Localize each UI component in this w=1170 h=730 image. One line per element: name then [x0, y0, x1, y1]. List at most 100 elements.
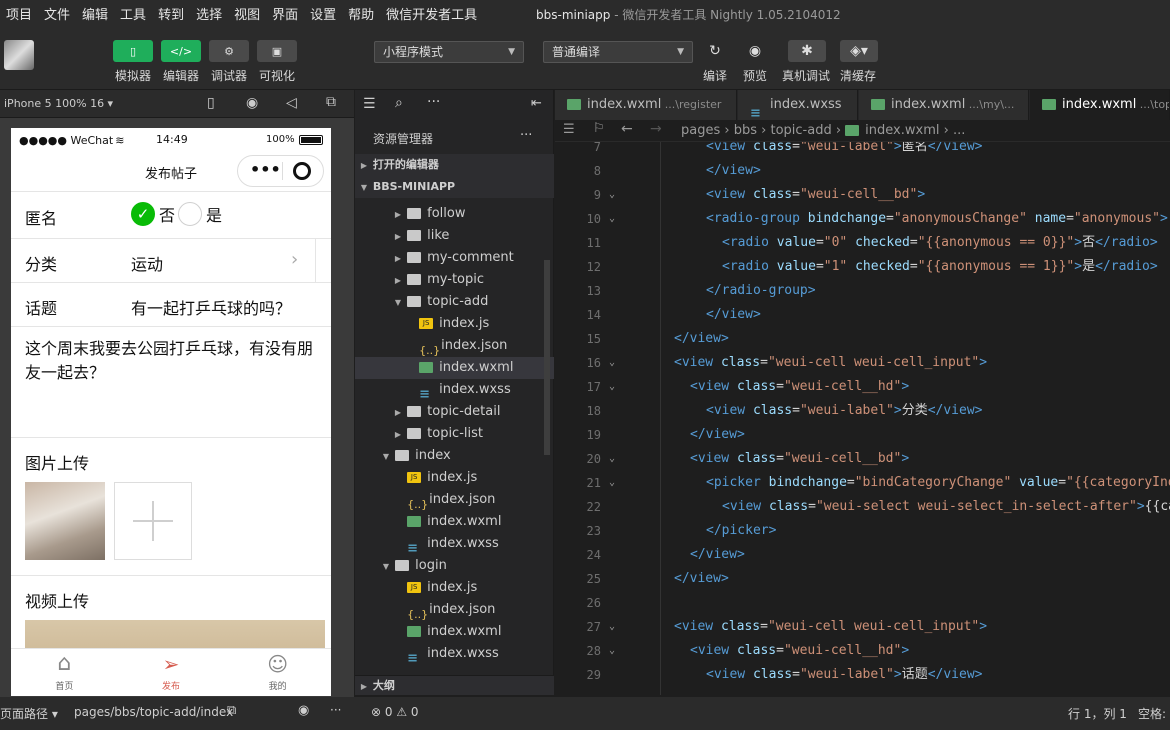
tree-file[interactable]: {..}index.json [355, 489, 554, 511]
category-picker[interactable]: 运动 [131, 251, 163, 275]
avatar[interactable] [4, 40, 34, 70]
menu-item[interactable]: 设置 [304, 4, 342, 23]
tree-folder[interactable]: ▶ follow [355, 203, 554, 225]
compile-select[interactable]: 普通编译 ▼ [543, 41, 693, 63]
content-textarea[interactable]: 这个周末我要去公园打乒乓球，有没有朋友一起去？ [25, 337, 320, 385]
explorer-more-button[interactable]: ··· [520, 128, 532, 143]
tree-file[interactable]: {..}index.json [355, 335, 554, 357]
open-editors-section[interactable]: ▶ 打开的编辑器 [355, 154, 554, 176]
tree-file[interactable]: index.wxml [355, 357, 554, 379]
uploaded-image-thumbnail[interactable] [25, 482, 105, 560]
page-path-label[interactable]: 页面路径 ▾ [0, 705, 58, 722]
bookmark-icon[interactable]: ⚐ [593, 121, 605, 136]
tree-file[interactable]: ≡ index.wxss [355, 533, 554, 556]
preview-button[interactable]: ◉ [742, 40, 768, 62]
phone-icon[interactable]: ▯ [207, 95, 215, 111]
editor-tab[interactable]: index.wxml ...\register [555, 90, 737, 120]
editor-tab[interactable]: ≡ index.wxss [738, 90, 858, 120]
tree-file[interactable]: JS index.js [355, 577, 554, 599]
editor-toggle-button[interactable]: </> [161, 40, 201, 62]
fold-chevron-icon[interactable]: ⌄ [609, 375, 615, 399]
cursor-position[interactable]: 行 1，列 1 [1068, 705, 1127, 722]
radio-no[interactable]: ✓ 否 [131, 202, 175, 226]
breadcrumb-item[interactable]: pages [681, 123, 720, 138]
tree-folder[interactable]: ▼ login [355, 555, 554, 577]
tree-file[interactable]: {..}index.json [355, 599, 554, 621]
problems-indicator[interactable]: ⊗ 0 ⚠ 0 [371, 705, 419, 719]
menu-item[interactable]: 编辑 [76, 4, 114, 23]
menu-item[interactable]: 文件 [38, 4, 76, 23]
explorer-scrollbar[interactable] [544, 260, 550, 455]
tree-file[interactable]: index.wxml [355, 621, 554, 643]
forward-arrow-icon[interactable]: → [650, 121, 662, 137]
breadcrumb-item[interactable]: index.wxml [865, 123, 939, 138]
menu-item[interactable]: 工具 [114, 4, 152, 23]
list-icon[interactable]: ☰ [363, 96, 376, 112]
fold-chevron-icon[interactable]: ⌄ [609, 351, 615, 375]
tree-file[interactable]: ≡ index.wxss [355, 379, 554, 402]
tree-folder[interactable]: ▼ topic-add [355, 291, 554, 313]
outline-section[interactable]: ▶ 大纲 [355, 675, 554, 695]
split-view-icon[interactable]: ⇤ [531, 96, 542, 111]
tree-file[interactable]: JS index.js [355, 467, 554, 489]
tab-mine[interactable]: ☺ 我的 [224, 649, 331, 696]
fold-chevron-icon[interactable]: ⌄ [609, 639, 615, 663]
search-icon[interactable]: ⌕ [395, 95, 403, 111]
fold-chevron-icon[interactable]: ⌄ [609, 447, 615, 471]
detach-window-icon[interactable]: ⧉ [326, 94, 336, 110]
tree-folder[interactable]: ▼ index [355, 445, 554, 467]
menu-item[interactable]: 微信开发者工具 [380, 4, 483, 23]
eye-icon[interactable]: ◉ [298, 703, 309, 718]
fold-chevron-icon[interactable]: ⌄ [609, 183, 615, 207]
add-image-button[interactable] [114, 482, 192, 560]
fold-chevron-icon[interactable]: ⌄ [609, 207, 615, 231]
close-miniapp-icon[interactable] [293, 162, 311, 180]
mode-select[interactable]: 小程序模式 ▼ [374, 41, 524, 63]
tree-file[interactable]: JS index.js [355, 313, 554, 335]
more-icon[interactable]: ··· [427, 94, 440, 110]
clear-cache-button[interactable]: ◈▾ [840, 40, 878, 62]
more-icon[interactable]: ··· [330, 703, 341, 717]
back-arrow-icon[interactable]: ← [621, 121, 633, 137]
fold-chevron-icon[interactable]: ⌄ [609, 471, 615, 495]
breadcrumb-item[interactable]: ... [953, 123, 965, 138]
copy-icon[interactable]: ⧉ [227, 703, 236, 718]
tab-publish[interactable]: ➢ 发布 [118, 649, 225, 696]
breadcrumb-item[interactable]: topic-add [770, 123, 831, 138]
code-editor[interactable]: 7 <view class="weui-label">匿名</view> 8 </vi… [555, 142, 1170, 695]
radio-yes[interactable]: 是 [178, 202, 222, 226]
tab-home[interactable]: ⌂ 首页 [11, 649, 118, 696]
list-icon[interactable]: ☰ [563, 122, 575, 137]
page-path-value[interactable]: pages/bbs/topic-add/index [74, 705, 233, 719]
tree-folder[interactable]: ▶ my-topic [355, 269, 554, 291]
tree-folder[interactable]: ▶ topic-detail [355, 401, 554, 423]
menu-item[interactable]: 选择 [190, 4, 228, 23]
menu-item[interactable]: 帮助 [342, 4, 380, 23]
compile-button[interactable]: ↻ [702, 40, 728, 62]
editor-tab[interactable]: index.wxml ...\my\... [859, 90, 1029, 120]
simulator-toggle-button[interactable]: ▯ [113, 40, 153, 62]
tree-folder[interactable]: ▶ like [355, 225, 554, 247]
volume-icon[interactable]: ◁ [286, 95, 297, 111]
indent-spaces[interactable]: 空格: [1138, 705, 1166, 722]
more-icon[interactable]: ••• [250, 160, 281, 179]
tree-file[interactable]: index.wxml [355, 511, 554, 533]
tree-folder[interactable]: ▶ topic-list [355, 423, 554, 445]
visual-toggle-button[interactable]: ▣ [257, 40, 297, 62]
editor-tab[interactable]: index.wxml ...\topic [1030, 90, 1170, 120]
category-cell[interactable]: 分类 运动 › [11, 239, 331, 283]
fold-chevron-icon[interactable]: ⌄ [609, 615, 615, 639]
remote-debug-button[interactable]: ✱ [788, 40, 826, 62]
debugger-toggle-button[interactable]: ⚙ [209, 40, 249, 62]
topic-input[interactable]: 有一起打乒乓球的吗？ [131, 295, 291, 319]
breadcrumb-item[interactable]: bbs [734, 123, 757, 138]
menu-item[interactable]: 视图 [228, 4, 266, 23]
tree-folder[interactable]: ▶ my-comment [355, 247, 554, 269]
menu-item[interactable]: 项目 [0, 4, 38, 23]
project-section[interactable]: ▼ BBS-MINIAPP [355, 176, 554, 198]
menu-item[interactable]: 转到 [152, 4, 190, 23]
device-select[interactable]: iPhone 5 100% 16 ▾ [4, 97, 113, 110]
record-icon[interactable]: ◉ [246, 95, 258, 111]
tree-file[interactable]: ≡ index.wxss [355, 643, 554, 666]
menu-item[interactable]: 界面 [266, 4, 304, 23]
